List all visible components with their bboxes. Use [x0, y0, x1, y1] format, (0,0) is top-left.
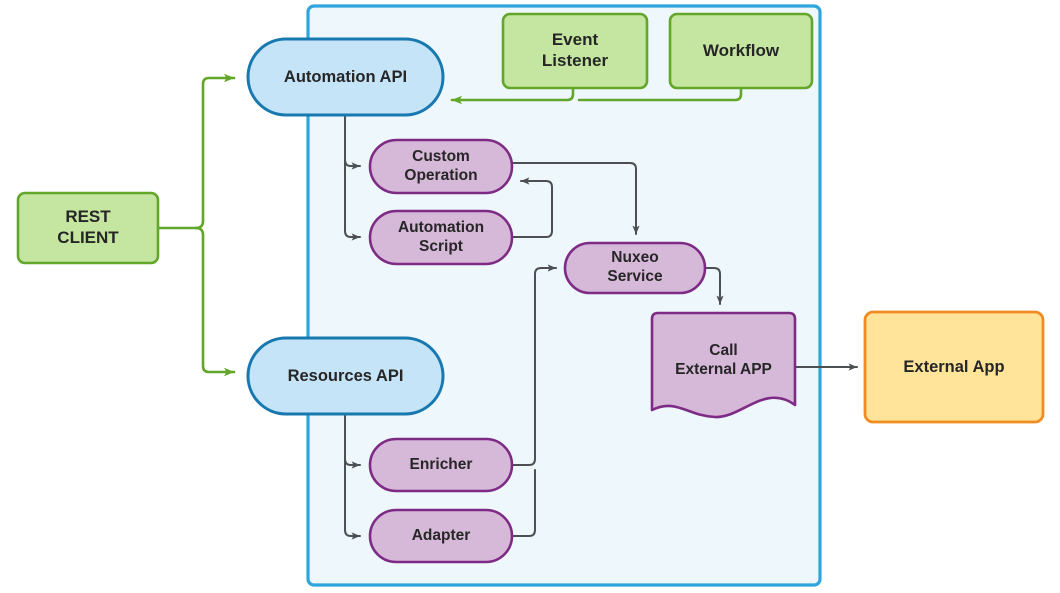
node-event-listener[interactable] [501, 12, 649, 90]
node-enricher[interactable] [368, 437, 514, 493]
node-automation-script[interactable] [368, 209, 514, 266]
architecture-diagram: REST CLIENT Event Listener Workflow Auto… [0, 0, 1060, 593]
diagram-canvas [16, 4, 1045, 587]
node-adapter[interactable] [368, 508, 514, 564]
node-automation-api[interactable] [246, 37, 445, 117]
node-nuxeo-service[interactable] [563, 241, 707, 295]
node-custom-operation[interactable] [368, 138, 514, 195]
node-resources-api[interactable] [246, 336, 445, 416]
edge-rest-client-to-apis [156, 73, 236, 377]
node-rest-client[interactable] [16, 191, 160, 265]
node-workflow[interactable] [668, 12, 814, 90]
node-external-app[interactable] [863, 310, 1045, 424]
